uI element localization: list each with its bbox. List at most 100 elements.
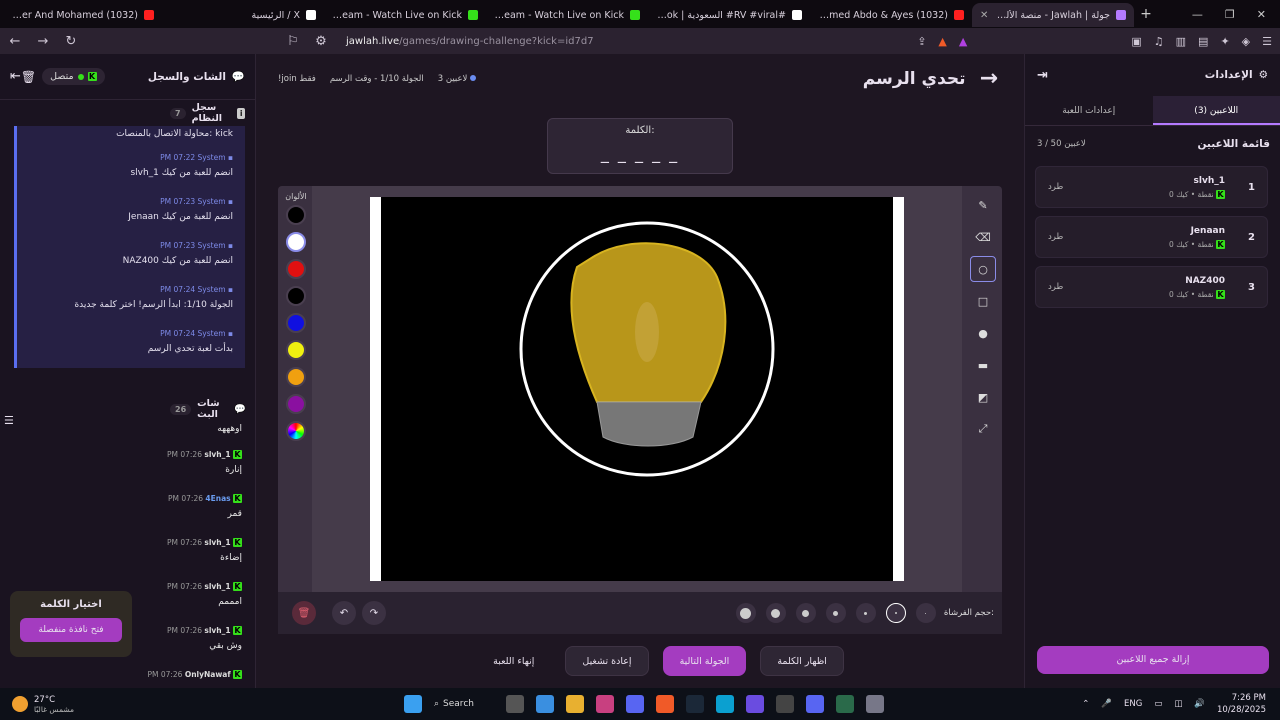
brave-shield-icon[interactable]: ▲ xyxy=(938,35,946,48)
app-icon[interactable] xyxy=(746,695,764,713)
chat-user[interactable]: slvh_1 xyxy=(204,582,230,591)
copilot-icon[interactable] xyxy=(536,695,554,713)
end-game-button[interactable]: إنهاء اللعبة xyxy=(476,646,551,676)
brave-rewards-icon[interactable]: ▲ xyxy=(959,35,967,48)
color-swatch[interactable] xyxy=(286,232,306,252)
browser-tab[interactable]: X / الرئيسية xyxy=(162,3,324,27)
display-icon[interactable]: ▭ xyxy=(1154,699,1162,709)
chat-user[interactable]: slvh_1 xyxy=(204,538,230,547)
screenshot-icon[interactable]: ▣ xyxy=(1131,35,1141,48)
reload-icon[interactable]: ↻ xyxy=(64,34,78,49)
volume-icon[interactable]: 🔊 xyxy=(1194,699,1205,709)
discord-icon[interactable] xyxy=(626,695,644,713)
reveal-word-button[interactable]: اظهار الكلمة xyxy=(760,646,844,676)
brush-size-option[interactable] xyxy=(855,603,876,623)
restart-button[interactable]: إعادة تشغيل xyxy=(565,646,649,676)
share-icon[interactable]: ⇪ xyxy=(917,35,926,48)
arrow-right-icon[interactable]: → xyxy=(980,66,998,91)
app-icon[interactable] xyxy=(836,695,854,713)
color-swatch[interactable] xyxy=(286,367,306,387)
discord-icon[interactable] xyxy=(806,695,824,713)
color-swatch[interactable] xyxy=(286,205,306,225)
forward-icon[interactable]: → xyxy=(36,34,50,49)
tab-players[interactable]: اللاعبين (3) xyxy=(1152,96,1280,125)
kick-player-button[interactable]: طرد xyxy=(1048,282,1063,292)
brush-size-option[interactable] xyxy=(825,603,846,623)
network-icon[interactable]: ◫ xyxy=(1174,699,1182,709)
color-swatch[interactable] xyxy=(286,286,306,306)
sidebar-icon[interactable]: ▥ xyxy=(1176,35,1186,48)
drawing-canvas[interactable] xyxy=(370,197,904,581)
microphone-icon[interactable]: 🎤 xyxy=(1101,699,1112,709)
windows-start-icon[interactable] xyxy=(404,695,422,713)
open-window-button[interactable]: فتح نافذة منفصلة xyxy=(20,618,122,642)
tab-game-settings[interactable]: إعدادات اللعبة xyxy=(1025,96,1153,125)
steam-icon[interactable] xyxy=(686,695,704,713)
browser-tab[interactable]: (1032) Mohammed Abdo & Ayes xyxy=(810,3,972,27)
color-swatch[interactable] xyxy=(286,259,306,279)
color-swatch[interactable] xyxy=(286,313,306,333)
maximize-icon[interactable]: ❐ xyxy=(1225,8,1235,21)
line-tool-icon[interactable]: ⤢ xyxy=(970,416,996,442)
brush-size-option[interactable] xyxy=(735,603,756,623)
circle-tool-icon[interactable]: ○ xyxy=(970,256,996,282)
browser-tab[interactable]: جولة | Jawlah - منصة الألعاب التف ✕ xyxy=(972,3,1134,27)
browser-tab[interactable]: (1032) Fadel Chaker And Mohamed xyxy=(0,3,162,27)
weather-widget[interactable]: 27°C مشمس غالبًا xyxy=(0,695,300,714)
vpn-icon[interactable]: ◈ xyxy=(1242,35,1250,48)
brush-size-option[interactable] xyxy=(915,603,936,623)
site-info-icon[interactable]: ⚙ xyxy=(314,34,328,49)
brush-size-option[interactable] xyxy=(885,603,906,623)
edge-icon[interactable] xyxy=(716,695,734,713)
chat-user[interactable]: OnlyNawaf xyxy=(185,670,231,679)
close-icon[interactable]: ✕ xyxy=(1257,8,1266,21)
kick-player-button[interactable]: طرد xyxy=(1048,232,1063,242)
remove-all-players-button[interactable]: إزالة جميع اللاعبين xyxy=(1037,646,1269,674)
task-view-icon[interactable] xyxy=(506,695,524,713)
color-swatch[interactable] xyxy=(286,340,306,360)
bookmark-icon[interactable]: ⚐ xyxy=(286,34,300,49)
color-swatch[interactable] xyxy=(286,394,306,414)
chatgpt-icon[interactable] xyxy=(776,695,794,713)
filled-circle-icon[interactable]: ● xyxy=(970,320,996,346)
new-tab-button[interactable]: + xyxy=(1134,6,1158,22)
next-round-button[interactable]: الجولة التالية xyxy=(662,646,747,676)
wallet-icon[interactable]: ▤ xyxy=(1198,35,1208,48)
chevron-up-icon[interactable]: ⌃ xyxy=(1082,699,1089,709)
brush-size-option[interactable] xyxy=(795,603,816,623)
chat-user[interactable]: slvh_1 xyxy=(204,450,230,459)
custom-color-picker-icon[interactable] xyxy=(286,421,306,441)
brave-icon[interactable] xyxy=(656,695,674,713)
delete-icon[interactable]: 🗑 xyxy=(21,70,36,84)
clock[interactable]: 7:26 PM 10/28/2025 xyxy=(1217,692,1266,716)
kick-player-button[interactable]: طرد xyxy=(1048,182,1063,192)
brush-size-option[interactable] xyxy=(765,603,786,623)
url-field[interactable]: jawlah.live/games/drawing-challenge?kick… xyxy=(346,36,903,47)
minimize-icon[interactable]: — xyxy=(1192,8,1203,21)
rectangle-tool-icon[interactable]: □ xyxy=(970,288,996,314)
fill-bucket-icon[interactable]: ◩ xyxy=(970,384,996,410)
undo-icon[interactable]: ↶ xyxy=(332,601,356,625)
music-icon[interactable]: ♫ xyxy=(1154,35,1164,48)
browser-tab[interactable]: 4Evil Stream - Watch Live on Kick xyxy=(324,3,486,27)
collapse-panel-icon[interactable]: ⇥ xyxy=(1037,68,1048,83)
filled-rectangle-icon[interactable]: ▬ xyxy=(970,352,996,378)
leo-ai-icon[interactable]: ✦ xyxy=(1220,35,1229,48)
chat-user[interactable]: 4Enas xyxy=(205,494,230,503)
language-indicator[interactable]: ENG xyxy=(1124,699,1142,709)
redo-icon[interactable]: ↷ xyxy=(362,601,386,625)
pencil-icon[interactable]: ✎ xyxy=(970,192,996,218)
back-icon[interactable]: ← xyxy=(8,34,22,49)
clear-canvas-icon[interactable]: 🗑 xyxy=(292,601,316,625)
eraser-icon[interactable]: ⌫ xyxy=(970,224,996,250)
menu-icon[interactable]: ☰ xyxy=(1262,35,1272,48)
settings-icon[interactable] xyxy=(866,695,884,713)
file-explorer-icon[interactable] xyxy=(566,695,584,713)
chat-user[interactable]: slvh_1 xyxy=(204,626,230,635)
close-tab-icon[interactable]: ✕ xyxy=(980,10,988,21)
browser-tab[interactable]: #RV #viral# السعودية | TikTok xyxy=(648,3,810,27)
browser-tab[interactable]: 7arith Stream - Watch Live on Kick xyxy=(486,3,648,27)
collapse-panel-icon[interactable]: ⇤ xyxy=(10,69,21,84)
taskbar-search[interactable]: ⌕ Search xyxy=(434,699,494,709)
store-icon[interactable] xyxy=(596,695,614,713)
